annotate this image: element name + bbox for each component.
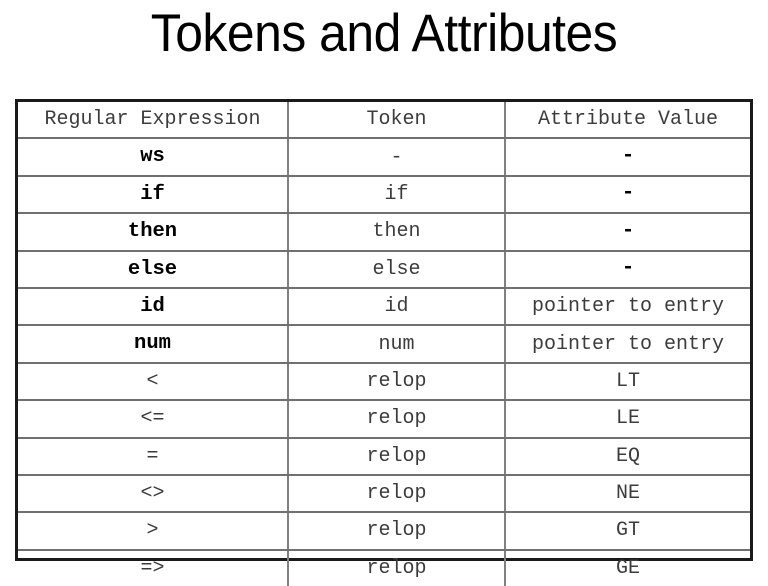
cell-token: else [288,250,506,289]
cell-regex: ws [18,138,289,177]
cell-attribute: LT [505,362,750,402]
table-body: ws - - if if - then then - else else - i… [18,138,750,586]
cell-token: - [288,138,506,177]
cell-regex: > [18,512,289,551]
cell-attribute: NE [505,474,750,514]
cell-attribute: GT [505,512,750,551]
tokens-table-container: Regular Expression Token Attribute Value… [15,99,753,586]
cell-attribute: LE [505,400,750,439]
cell-token: then [288,213,506,252]
cell-attribute: pointer to entry [505,287,750,327]
tokens-attributes-table: Regular Expression Token Attribute Value… [18,102,750,586]
column-header-attribute-value: Attribute Value [505,102,750,140]
cell-token: relop [288,437,506,476]
cell-regex: num [18,325,289,364]
column-header-token: Token [288,102,506,140]
cell-regex: else [18,250,289,289]
cell-token: num [288,325,506,364]
table-row: id id pointer to entry [18,287,750,327]
cell-token: relop [288,362,506,402]
cell-regex: then [18,213,289,252]
cell-attribute: EQ [505,437,750,476]
cell-token: relop [288,512,506,551]
cell-regex: <> [18,474,289,514]
cell-token: relop [288,474,506,514]
cell-attribute: GE [615,556,640,580]
cell-attribute: - [505,213,750,252]
cell-token: if [288,175,506,215]
slide: Tokens and Attributes Regular Expression… [0,0,768,586]
table-header-row: Regular Expression Token Attribute Value [18,102,750,140]
cell-token: relop [288,549,506,586]
table-row: then then - [18,213,750,252]
table-row: => relop GE [18,549,750,586]
cell-regex: if [18,175,289,215]
cell-attribute: - [505,138,750,177]
cell-regex: id [18,287,289,327]
table-row: <> relop NE [18,474,750,514]
table-row: ws - - [18,138,750,177]
page-title: Tokens and Attributes [150,4,618,63]
table-row: < relop LT [18,362,750,402]
table-row: = relop EQ [18,437,750,476]
cell-attribute: - [505,175,750,215]
cell-attribute: pointer to entry [505,325,750,364]
cell-token: id [288,287,506,327]
cell-token: relop [288,400,506,439]
table-header: Regular Expression Token Attribute Value [18,102,750,140]
cell-regex: => [18,549,289,586]
table-row: <= relop LE [18,400,750,439]
cell-regex: = [18,437,289,476]
table-row: if if - [18,175,750,215]
cell-attribute: - [505,250,750,289]
cell-regex: < [18,362,289,402]
table-row: num num pointer to entry [18,325,750,364]
cell-regex: <= [18,400,289,439]
table-row: else else - [18,250,750,289]
table-row: > relop GT [18,512,750,551]
column-header-regular-expression: Regular Expression [18,102,289,140]
